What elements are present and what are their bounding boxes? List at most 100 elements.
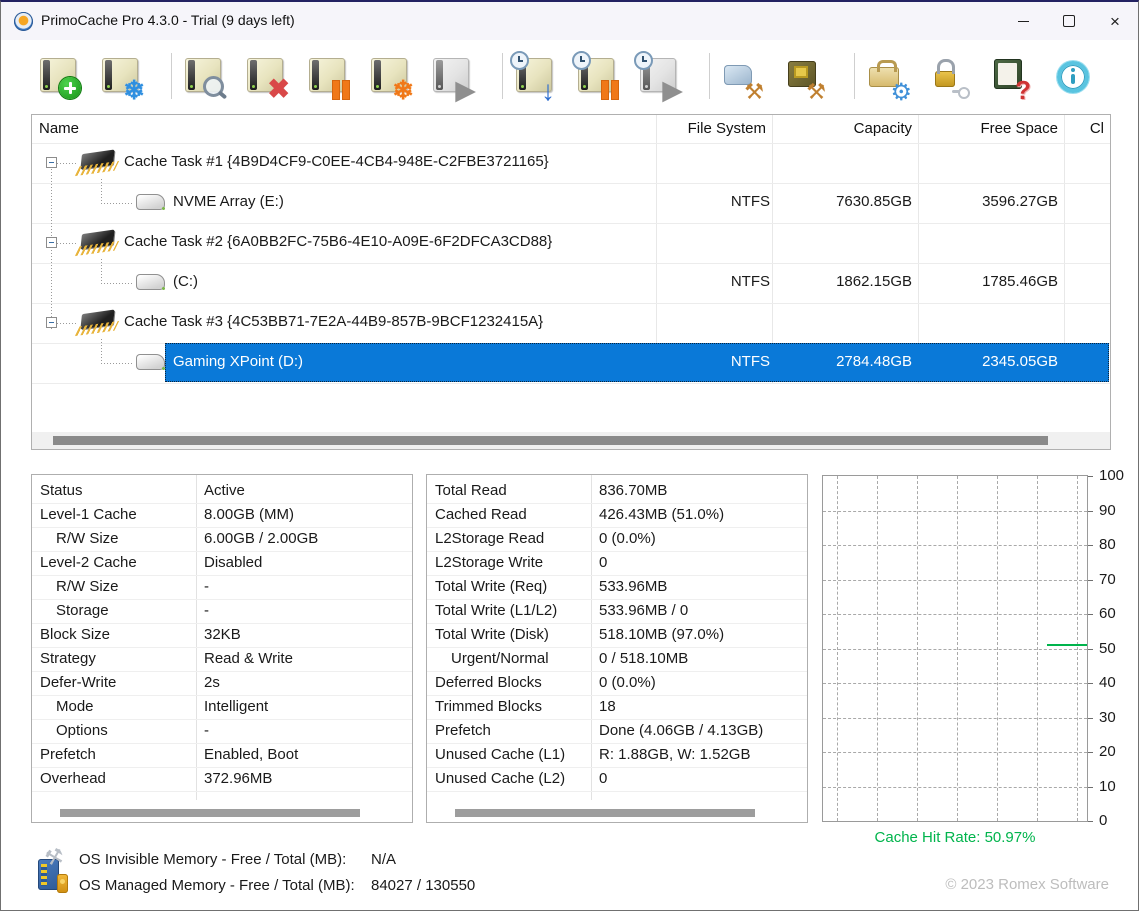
pause-task-icon[interactable] [306, 53, 350, 99]
cache-hit-rate-chart: Cache Hit Rate: 50.97% 01020304050607080… [823, 476, 1139, 866]
window-title: PrimoCache Pro 4.3.0 - Trial (9 days lef… [41, 12, 295, 28]
y-axis-tick-label: 40 [1099, 674, 1137, 691]
stat-value: 426.43MB (51.0%) [599, 506, 724, 523]
y-axis-tick [1088, 683, 1093, 684]
gridline [823, 580, 1087, 581]
license-icon[interactable] [927, 53, 971, 99]
scrollbar-thumb[interactable] [455, 809, 755, 817]
table-row-cache-task-2[interactable]: Cache Task #2 {6A0BB2FC-75B6-4E10-A09E-6… [32, 223, 1110, 263]
table-row-cache-task-1[interactable]: Cache Task #1 {4B9D4CF9-C0EE-4CB4-948E-C… [32, 143, 1110, 183]
gridline [823, 511, 1087, 512]
scrollbar-thumb[interactable] [53, 436, 1048, 445]
gridline [957, 476, 958, 821]
y-axis-tick [1088, 580, 1093, 581]
y-axis-tick-label: 100 [1099, 467, 1137, 484]
io-statistics-panel: Total Read 836.70MB Cached Read 426.43MB… [427, 475, 807, 822]
delete-task-icon[interactable] [244, 53, 288, 99]
stat-row: Storage - [32, 599, 412, 624]
panel-horizontal-scrollbar[interactable] [427, 806, 807, 820]
maximize-button[interactable] [1046, 2, 1092, 40]
stat-row: L2Storage Read 0 (0.0%) [427, 527, 807, 552]
stat-row: R/W Size 6.00GB / 2.00GB [32, 527, 412, 552]
stat-label: R/W Size [56, 578, 119, 595]
manage-cache-storage-icon[interactable] [782, 53, 826, 99]
y-axis-tick-label: 80 [1099, 536, 1137, 553]
panel-horizontal-scrollbar[interactable] [32, 806, 412, 820]
gridline [997, 476, 998, 821]
y-axis-tick [1088, 545, 1093, 546]
collapse-expander-icon[interactable] [46, 157, 57, 168]
stat-label: Block Size [40, 626, 110, 643]
y-axis-tick-label: 90 [1099, 502, 1137, 519]
cell-file-system: NTFS [731, 353, 770, 370]
view-statistics-icon[interactable] [182, 53, 226, 99]
table-row-cache-task-3[interactable]: Cache Task #3 {4C53BB71-7E2A-44B9-857B-9… [32, 303, 1110, 343]
column-header-free-space[interactable]: Free Space [980, 120, 1058, 137]
new-cache-task-icon[interactable] [37, 53, 81, 99]
stat-value: 8.00GB (MM) [204, 506, 294, 523]
gridline [877, 476, 878, 821]
options-icon[interactable] [865, 53, 909, 99]
cache-task-chip-icon [76, 308, 120, 338]
minimize-button[interactable] [1000, 2, 1046, 40]
table-row-volume-e[interactable]: NVME Array (E:) NTFS 7630.85GB 3596.27GB [32, 183, 1110, 223]
about-icon[interactable] [1051, 53, 1095, 99]
free-cache-icon[interactable] [99, 53, 143, 99]
volume-disk-icon [136, 352, 168, 374]
cell-capacity: 7630.85GB [836, 193, 912, 210]
gridline [1037, 476, 1038, 821]
stat-label: Unused Cache (L1) [435, 746, 565, 763]
gridline [823, 649, 1087, 650]
column-header-capacity[interactable]: Capacity [854, 120, 912, 137]
scrollbar-thumb[interactable] [60, 809, 360, 817]
stat-value: Read & Write [204, 650, 293, 667]
stat-label: Options [56, 722, 108, 739]
stop-caching-icon[interactable] [368, 53, 412, 99]
table-horizontal-scrollbar[interactable] [32, 432, 1110, 449]
stat-row: Mode Intelligent [32, 695, 412, 720]
volume-label: (C:) [173, 273, 198, 290]
gridline [823, 683, 1087, 684]
y-axis-tick [1088, 614, 1093, 615]
table-row-volume-d-selected[interactable]: Gaming XPoint (D:) NTFS 2784.48GB 2345.0… [32, 343, 1110, 383]
memory-value: N/A [371, 851, 396, 868]
stat-value: 836.70MB [599, 482, 667, 499]
close-button[interactable]: × [1092, 2, 1138, 40]
collapse-expander-icon[interactable] [46, 237, 57, 248]
stat-value: 0 [599, 554, 607, 571]
stat-label: Strategy [40, 650, 96, 667]
y-axis-tick [1088, 821, 1093, 822]
collapse-expander-icon[interactable] [46, 317, 57, 328]
toolbar-separator [854, 53, 855, 99]
stat-value: Disabled [204, 554, 262, 571]
table-header: Name File System Capacity Free Space Cl [32, 115, 1110, 143]
stat-label: Urgent/Normal [451, 650, 549, 667]
table-row-volume-c[interactable]: (C:) NTFS 1862.15GB 1785.46GB [32, 263, 1110, 303]
gridline [823, 545, 1087, 546]
stat-row: L2Storage Write 0 [427, 551, 807, 576]
app-icon [14, 12, 33, 31]
stat-row: Deferred Blocks 0 (0.0%) [427, 671, 807, 696]
cell-capacity: 2784.48GB [836, 353, 912, 370]
storage-wizard-icon[interactable] [720, 53, 764, 99]
stat-value: 32KB [204, 626, 241, 643]
gridline [823, 787, 1087, 788]
y-axis-tick-label: 0 [1099, 812, 1137, 829]
pause-deferred-write-icon[interactable] [575, 53, 619, 99]
os-managed-memory-line: OS Managed Memory - Free / Total (MB):84… [79, 877, 475, 894]
resume-deferred-write-icon[interactable] [637, 53, 681, 99]
column-header-name[interactable]: Name [39, 120, 79, 137]
stat-label: L2Storage Read [435, 530, 544, 547]
stat-label: Level-2 Cache [40, 554, 137, 571]
flush-deferred-write-icon[interactable] [513, 53, 557, 99]
column-header-cluster[interactable]: Cl [1090, 120, 1104, 137]
resume-task-icon[interactable] [430, 53, 474, 99]
chart-plot-area [823, 476, 1087, 821]
stat-label: Overhead [40, 770, 106, 787]
os-invisible-memory-line: OS Invisible Memory - Free / Total (MB):… [79, 851, 396, 868]
y-axis-tick [1088, 649, 1093, 650]
stat-label: Prefetch [40, 746, 96, 763]
column-header-file-system[interactable]: File System [688, 120, 766, 137]
cache-status-panel: Status Active Level-1 Cache 8.00GB (MM) … [32, 475, 412, 822]
help-icon[interactable]: ? [989, 53, 1033, 99]
